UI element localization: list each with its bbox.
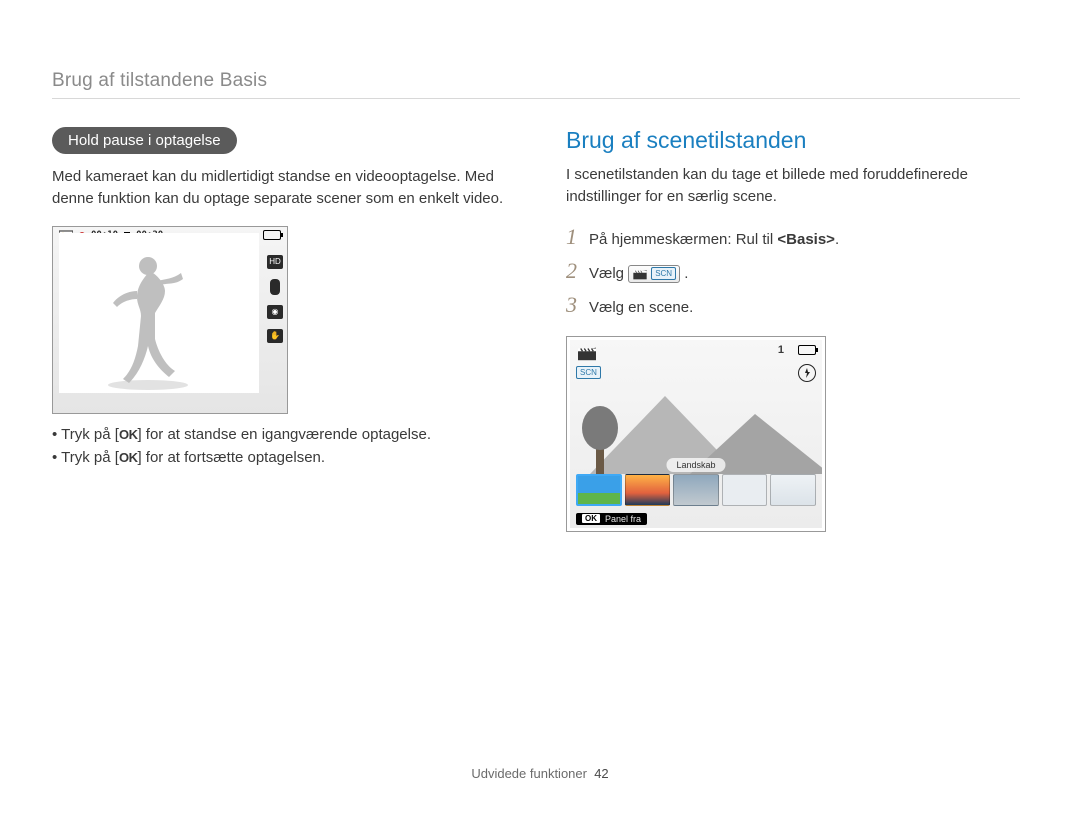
instruction-bullets: Tryk på [OK] for at standse en igangvære… <box>52 426 506 466</box>
heading-scene-mode: Brug af scenetilstanden <box>566 127 1020 154</box>
scene-mode-indicator: SCN <box>576 344 601 380</box>
camera-screen-recording: 00:10 00:20 HD ◉ <box>52 226 288 414</box>
scene-name-label: Landskab <box>666 458 725 472</box>
scene-thumb-text <box>770 474 816 506</box>
scene-thumb-dawn <box>673 474 719 506</box>
step-text: Vælg SCN . <box>589 265 1020 283</box>
recording-preview <box>59 233 259 393</box>
clapper-icon <box>576 344 598 362</box>
step-text-post: . <box>684 265 688 282</box>
scn-badge: SCN <box>651 267 676 280</box>
section-rule <box>52 98 1020 99</box>
scene-preview: SCN 1 <box>570 340 822 528</box>
left-column: Hold pause i optagelse Med kameraet kan … <box>52 127 506 532</box>
intro-paragraph-right: I scenetilstanden kan du tage et billede… <box>566 164 1020 208</box>
intro-paragraph-left: Med kameraet kan du midlertidigt standse… <box>52 166 506 210</box>
step-3: 3 Vælg en scene. <box>566 292 1020 318</box>
step-number: 2 <box>566 258 577 284</box>
right-column: Brug af scenetilstanden I scenetilstande… <box>566 127 1020 532</box>
step-number: 1 <box>566 224 577 250</box>
subheading-pill: Hold pause i optagelse <box>52 127 237 154</box>
step-text: På hjemmeskærmen: Rul til <Basis>. <box>589 231 1020 248</box>
ok-key-icon: OK <box>582 514 600 523</box>
bullet-pause: Tryk på [OK] for at standse en igangvære… <box>52 426 506 443</box>
content-columns: Hold pause i optagelse Med kameraet kan … <box>52 127 1020 532</box>
scene-thumb-landscape <box>576 474 622 506</box>
tree-icon <box>580 400 620 478</box>
footer-section: Udvidede funktioner <box>471 766 587 781</box>
bullet-suffix: ] for at fortsætte optagelsen. <box>137 449 325 466</box>
scene-footer-text: Panel fra <box>605 514 641 524</box>
scn-badge: SCN <box>576 366 601 379</box>
mic-icon <box>270 279 280 295</box>
step-text-pre: På hjemmeskærmen: Rul til <box>589 231 777 248</box>
scene-thumb-sunset <box>625 474 671 506</box>
exposure-icon: ◉ <box>267 305 283 319</box>
steps-list: 1 På hjemmeskærmen: Rul til <Basis>. 2 V… <box>566 224 1020 318</box>
camera-screen-scene: SCN 1 <box>566 336 826 532</box>
clapper-icon <box>632 267 648 281</box>
recording-side-icons: HD ◉ ✋ <box>267 255 283 343</box>
scene-footer-hint: OK Panel fra <box>576 513 647 525</box>
step-2: 2 Vælg SCN . <box>566 258 1020 284</box>
bullet-prefix: Tryk på [ <box>61 449 119 466</box>
step-1: 1 På hjemmeskærmen: Rul til <Basis>. <box>566 224 1020 250</box>
dancer-silhouette-icon <box>93 251 203 391</box>
step-text-post: . <box>835 231 839 248</box>
step-number: 3 <box>566 292 577 318</box>
step-text-pre: Vælg <box>589 265 628 282</box>
ok-key-icon: OK <box>119 450 138 465</box>
scene-mode-icon: SCN <box>628 265 680 283</box>
bullet-suffix: ] for at standse en igangværende optagel… <box>137 426 431 443</box>
step-text-bold: <Basis> <box>777 231 835 248</box>
steady-icon: ✋ <box>267 329 283 343</box>
scene-topbar: SCN 1 <box>576 344 816 382</box>
bullet-prefix: Tryk på [ <box>61 426 119 443</box>
page-footer: Udvidede funktioner 42 <box>0 766 1080 781</box>
scene-thumbnails <box>576 474 816 506</box>
step-text: Vælg en scene. <box>589 299 1020 316</box>
hd-badge-icon: HD <box>267 255 283 269</box>
footer-page-number: 42 <box>594 766 608 781</box>
battery-icon <box>263 230 281 240</box>
shots-remaining: 1 <box>778 344 784 356</box>
flash-off-icon <box>798 364 816 382</box>
battery-icon <box>798 345 816 355</box>
ok-key-icon: OK <box>119 427 138 442</box>
bullet-resume: Tryk på [OK] for at fortsætte optagelsen… <box>52 449 506 466</box>
breadcrumb: Brug af tilstandene Basis <box>52 70 1020 92</box>
scene-thumb-backlight <box>722 474 768 506</box>
scene-right-icons: 1 <box>778 344 816 382</box>
